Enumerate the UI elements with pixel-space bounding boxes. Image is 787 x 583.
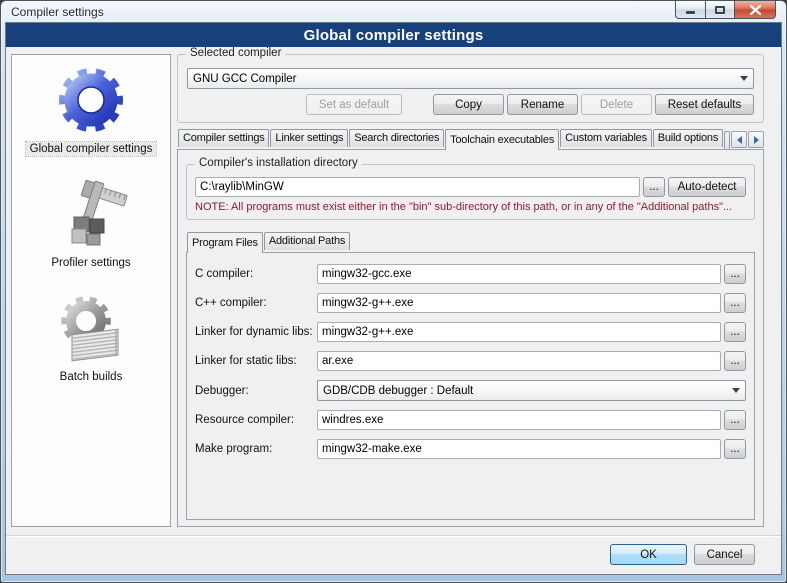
reset-defaults-button[interactable]: Reset defaults (655, 94, 754, 115)
close-icon (750, 5, 761, 15)
tab-build-options[interactable]: Build options (653, 129, 723, 147)
field-browse-button[interactable]: ... (724, 322, 746, 342)
compiler-select[interactable]: GNU GCC Compiler (187, 68, 754, 89)
minimize-button[interactable] (675, 1, 705, 19)
field-browse-button[interactable]: ... (724, 293, 746, 313)
field-browse-button[interactable]: ... (724, 264, 746, 284)
toolchain-field-row: Linker for dynamic libs: mingw32-g++.exe… (195, 322, 746, 342)
arrow-left-icon (737, 136, 742, 144)
tab-compiler-settings[interactable]: Compiler settings (178, 129, 269, 147)
subtab-additional-paths[interactable]: Additional Paths (264, 232, 350, 250)
tab-scroll-left-button[interactable] (731, 131, 747, 148)
debugger-select[interactable]: GDB/CDB debugger : Default (317, 380, 746, 401)
sidebar-item-label: Profiler settings (47, 256, 134, 270)
copy-button[interactable]: Copy (433, 94, 504, 115)
toolchain-field-row: C compiler: mingw32-gcc.exe ... (195, 264, 746, 284)
page-title: Global compiler settings (6, 23, 781, 47)
field-label: C compiler: (195, 268, 317, 280)
sidebar-item-label: Batch builds (56, 370, 127, 384)
compiler-select-value: GNU GCC Compiler (193, 73, 735, 85)
maximize-button[interactable] (705, 1, 735, 19)
maximize-icon (715, 6, 725, 14)
toolchain-field-row: Make program: mingw32-make.exe ... (195, 439, 746, 459)
field-label: Make program: (195, 443, 317, 455)
sidebar-item-label: Global compiler settings (26, 142, 157, 156)
installation-directory-input[interactable] (195, 177, 640, 197)
dialog-body: Global compiler settings Global compiler… (5, 22, 782, 575)
dialog-buttons: OK Cancel (6, 535, 781, 574)
resource-compiler-input[interactable] (317, 410, 721, 430)
tab-scroll-buttons (731, 131, 764, 149)
close-button[interactable] (735, 1, 776, 19)
sidebar-item[interactable]: Batch builds (54, 291, 128, 384)
program-files-tab-strip: Program Files Additional Paths (186, 232, 755, 252)
field-label: Debugger: (195, 385, 317, 397)
field-label: Linker for static libs: (195, 355, 317, 367)
cpp-compiler-input[interactable] (317, 293, 721, 313)
selected-compiler-group: Selected compiler GNU GCC Compiler Set a… (177, 54, 764, 123)
content-area: Global compiler settings Profiler settin… (6, 47, 781, 535)
field-label: Linker for dynamic libs: (195, 326, 317, 338)
sidebar-item[interactable]: Global compiler settings (26, 63, 157, 156)
field-browse-button[interactable]: ... (724, 410, 746, 430)
settings-category-list: Global compiler settings Profiler settin… (11, 54, 171, 527)
c-compiler-input[interactable] (317, 264, 721, 284)
field-browse-button[interactable]: ... (724, 439, 746, 459)
compiler-action-buttons: Set as default Copy Rename Delete Reset … (187, 94, 754, 115)
minimize-icon (686, 11, 695, 14)
tab-scroll-right-button[interactable] (748, 131, 764, 148)
arrow-right-icon (754, 136, 759, 144)
static-linker-input[interactable] (317, 351, 721, 371)
delete-button[interactable]: Delete (581, 94, 652, 115)
selected-compiler-label: Selected compiler (186, 47, 285, 59)
installation-directory-label: Compiler's installation directory (195, 157, 362, 169)
field-label: Resource compiler: (195, 414, 317, 426)
dynamic-linker-input[interactable] (317, 322, 721, 342)
blue-gear-icon (54, 63, 128, 137)
directory-browse-button[interactable]: ... (643, 177, 665, 197)
toolchain-field-row: Resource compiler: windres.exe ... (195, 410, 746, 430)
window-title: Compiler settings (11, 5, 104, 19)
chevron-down-icon (727, 388, 745, 393)
window-controls (675, 1, 776, 19)
set-as-default-button[interactable]: Set as default (306, 94, 402, 115)
auto-detect-button[interactable]: Auto-detect (668, 177, 746, 197)
chevron-down-icon (735, 76, 753, 81)
main-tab-strip: Compiler settings Linker settings Search… (177, 129, 764, 149)
toolchain-executables-page: Compiler's installation directory ... Au… (177, 149, 764, 527)
partial-hidden-tab[interactable] (724, 131, 730, 149)
program-files-panel: C compiler: mingw32-gcc.exe ... C++ c (186, 252, 755, 520)
subtab-program-files[interactable]: Program Files (187, 232, 263, 253)
ok-button[interactable]: OK (610, 544, 687, 565)
tab-toolchain-executables[interactable]: Toolchain executables (445, 129, 559, 150)
tab-linker-settings[interactable]: Linker settings (270, 129, 348, 147)
bin-subdirectory-note: NOTE: All programs must exist either in … (195, 201, 746, 213)
toolchain-field-row: Linker for static libs: ar.exe ... (195, 351, 746, 371)
main-panel: Selected compiler GNU GCC Compiler Set a… (177, 47, 764, 527)
cancel-button[interactable]: Cancel (694, 544, 755, 565)
tab-search-directories[interactable]: Search directories (349, 129, 444, 147)
toolchain-field-row: Debugger: GDB/CDB debugger : Default ... (195, 380, 746, 401)
sidebar-item[interactable]: Profiler settings (47, 177, 134, 270)
caliper-icon (54, 177, 128, 251)
title-bar[interactable]: Compiler settings (5, 1, 782, 22)
gear-documents-icon (54, 291, 128, 365)
compiler-settings-window: Compiler settings Global compiler settin… (0, 0, 787, 583)
field-browse-button[interactable]: ... (724, 351, 746, 371)
make-program-input[interactable] (317, 439, 721, 459)
toolchain-field-row: C++ compiler: mingw32-g++.exe ... (195, 293, 746, 313)
installation-directory-group: Compiler's installation directory ... Au… (186, 164, 755, 220)
rename-button[interactable]: Rename (507, 94, 578, 115)
tab-custom-variables[interactable]: Custom variables (560, 129, 652, 147)
field-label: C++ compiler: (195, 297, 317, 309)
